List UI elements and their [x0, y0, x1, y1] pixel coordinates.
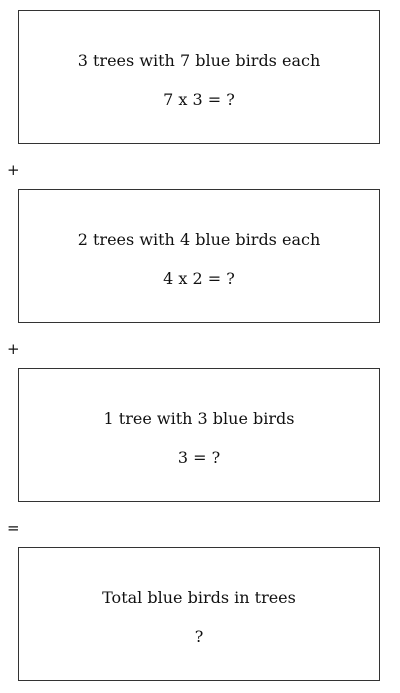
box-answer: ? [194, 627, 204, 646]
box-total: Total blue birds in trees ? [18, 547, 380, 681]
box-trees-4-birds: 2 trees with 4 blue birds each 4 x 2 = ? [18, 189, 380, 323]
box-description: 2 trees with 4 blue birds each [77, 230, 321, 249]
equals-operator: = [7, 519, 20, 537]
plus-operator: + [7, 161, 20, 179]
box-equation: 3 = ? [177, 448, 221, 467]
box-description: 1 tree with 3 blue birds [103, 409, 295, 428]
box-equation: 4 x 2 = ? [163, 269, 235, 288]
box-description: Total blue birds in trees [102, 588, 296, 607]
box-description: 3 trees with 7 blue birds each [77, 51, 321, 70]
box-trees-7-birds: 3 trees with 7 blue birds each 7 x 3 = ? [18, 10, 380, 144]
box-tree-3-birds: 1 tree with 3 blue birds 3 = ? [18, 368, 380, 502]
plus-operator: + [7, 340, 20, 358]
box-equation: 7 x 3 = ? [163, 90, 235, 109]
